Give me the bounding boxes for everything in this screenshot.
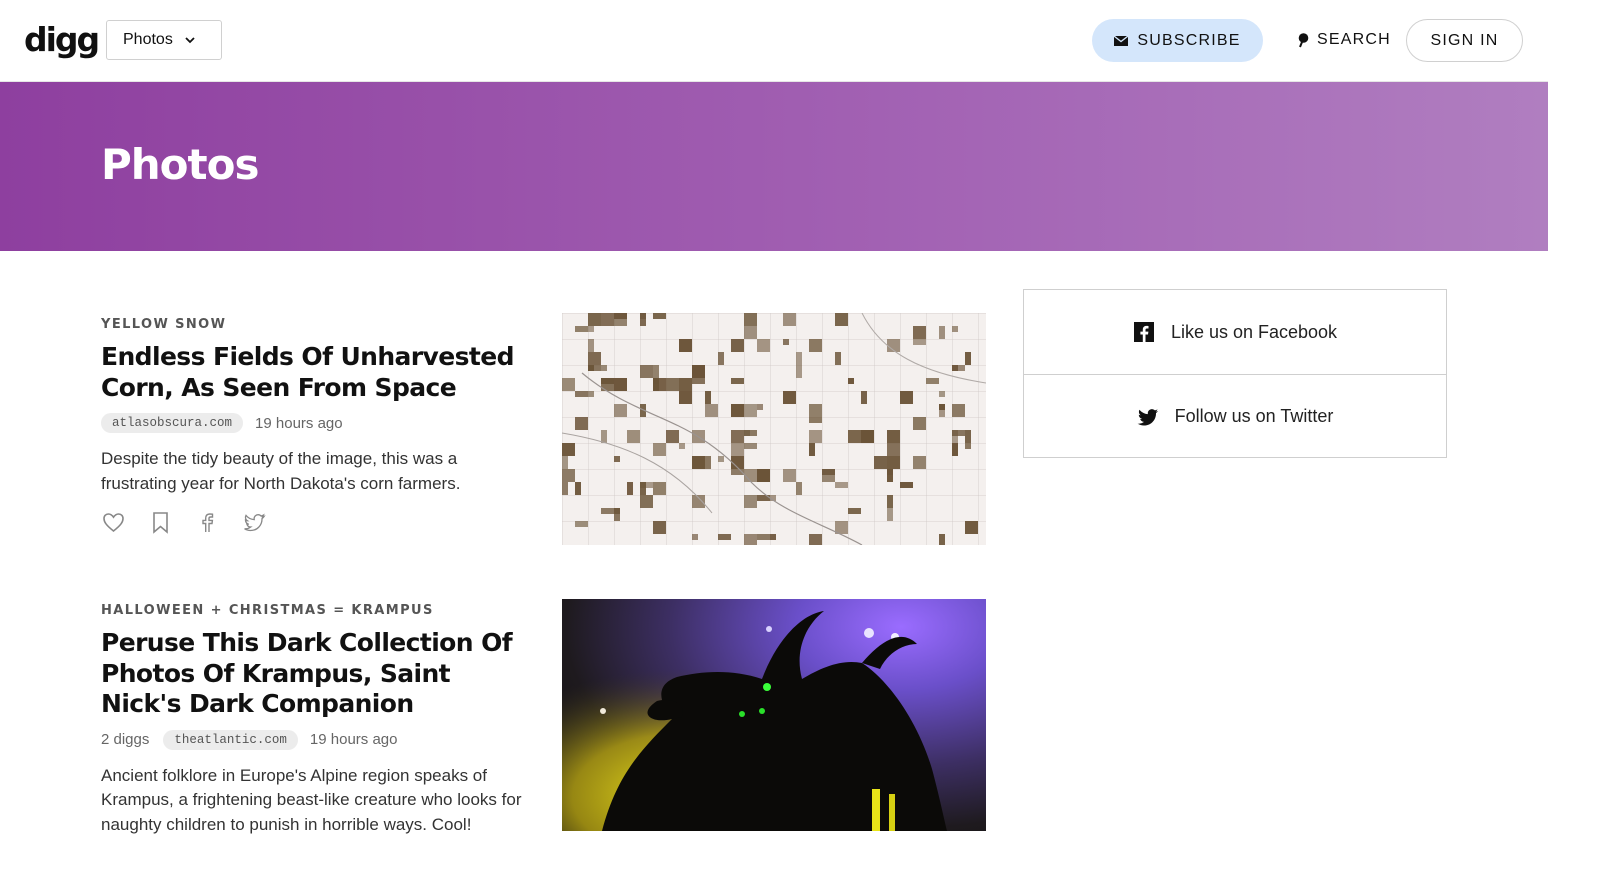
envelope-icon — [1114, 34, 1129, 46]
search-button[interactable]: SEARCH — [1297, 28, 1391, 52]
facebook-like-label: Like us on Facebook — [1170, 321, 1338, 342]
chevron-down-icon — [185, 37, 195, 44]
sign-in-label: SIGN IN — [1430, 31, 1499, 49]
krampus-silhouette-image — [562, 599, 986, 831]
article-actions — [101, 510, 531, 535]
digg-count[interactable]: 2 diggs — [101, 731, 149, 748]
article-headline-link[interactable]: Endless Fields Of Unharvested Corn, As S… — [101, 342, 531, 403]
twitter-icon — [1137, 408, 1158, 425]
search-label: SEARCH — [1317, 31, 1391, 48]
section-dropdown[interactable]: Photos — [106, 20, 222, 60]
section-dropdown-label: Photos — [123, 31, 173, 48]
article-headline-link[interactable]: Peruse This Dark Collection Of Photos Of… — [101, 628, 531, 720]
facebook-like-link[interactable]: Like us on Facebook — [1024, 290, 1446, 374]
corn-fields-satellite-image — [562, 313, 986, 545]
digg-logo[interactable]: digg — [24, 22, 100, 58]
article-source-domain[interactable]: theatlantic.com — [163, 729, 298, 750]
article-meta: 2 diggs theatlantic.com 19 hours ago — [101, 728, 531, 752]
facebook-icon — [1133, 322, 1154, 342]
article-meta: atlasobscura.com 19 hours ago — [101, 411, 531, 435]
article-kicker: YELLOW SNOW — [101, 317, 227, 332]
article-timestamp: 19 hours ago — [309, 731, 398, 748]
subscribe-label: SUBSCRIBE — [1137, 31, 1241, 49]
twitter-share-icon[interactable] — [242, 510, 267, 535]
heart-icon[interactable] — [101, 510, 126, 535]
subscribe-button[interactable]: SUBSCRIBE — [1092, 19, 1263, 62]
bookmark-icon[interactable] — [148, 510, 173, 535]
search-icon — [1298, 33, 1309, 48]
article-thumbnail-image[interactable] — [562, 313, 986, 545]
social-follow-widget: Like us on Facebook Follow us on Twitter — [1023, 289, 1447, 458]
article-card: HALLOWEEN + CHRISTMAS = KRAMPUS Peruse T… — [101, 602, 531, 837]
twitter-follow-label: Follow us on Twitter — [1174, 406, 1334, 426]
twitter-follow-link[interactable]: Follow us on Twitter — [1024, 374, 1446, 458]
facebook-share-icon[interactable] — [195, 510, 220, 535]
sign-in-button[interactable]: SIGN IN — [1406, 19, 1523, 62]
article-description: Ancient folklore in Europe's Alpine regi… — [101, 765, 522, 834]
article-description: Despite the tidy beauty of the image, th… — [101, 449, 461, 493]
article-source-domain[interactable]: atlasobscura.com — [101, 413, 244, 433]
section-hero-banner: Photos — [0, 82, 1548, 251]
article-timestamp: 19 hours ago — [255, 414, 343, 432]
article-thumbnail-image[interactable] — [562, 599, 986, 831]
top-navigation-bar: digg Photos SUBSCRIBE SEARCH SIGN IN — [0, 0, 1548, 82]
article-kicker: HALLOWEEN + CHRISTMAS = KRAMPUS — [101, 603, 434, 618]
page-title: Photos — [101, 140, 259, 189]
article-card: YELLOW SNOW Endless Fields Of Unharveste… — [101, 316, 531, 535]
